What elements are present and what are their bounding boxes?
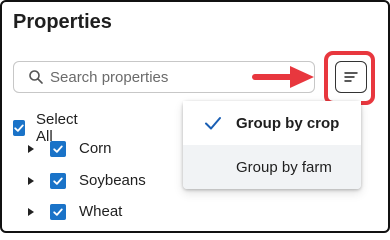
chevron-right-icon[interactable] xyxy=(26,207,36,217)
sort-icon xyxy=(344,72,358,82)
chevron-right-icon[interactable] xyxy=(26,176,36,186)
checkmark-icon xyxy=(203,113,223,133)
tree-item-label: Soybeans xyxy=(79,172,146,189)
properties-panel: Properties Select All xyxy=(0,0,390,233)
tree-item-label: Wheat xyxy=(79,203,123,220)
group-by-menu: Group by crop Group by farm xyxy=(183,101,361,189)
tree-item-wheat[interactable]: Wheat xyxy=(26,203,122,220)
wheat-checkbox[interactable] xyxy=(50,203,66,220)
menu-item-group-by-farm[interactable]: Group by farm xyxy=(183,145,361,189)
menu-item-group-by-crop[interactable]: Group by crop xyxy=(183,101,361,145)
checkmark-icon xyxy=(53,177,63,185)
checkmark-icon xyxy=(53,208,63,216)
checkmark-icon xyxy=(53,145,63,153)
select-all-checkbox[interactable] xyxy=(13,120,25,136)
checkmark-icon xyxy=(14,124,24,132)
menu-item-label: Group by farm xyxy=(236,158,332,176)
menu-item-label: Group by crop xyxy=(236,114,340,132)
soybeans-checkbox[interactable] xyxy=(50,172,66,189)
corn-checkbox[interactable] xyxy=(50,140,66,157)
search-icon xyxy=(28,69,44,85)
tree-item-label: Corn xyxy=(79,140,112,157)
panel-title: Properties xyxy=(13,11,112,33)
arrow-right-icon xyxy=(252,66,314,88)
tree-item-corn[interactable]: Corn xyxy=(26,140,112,157)
sort-button[interactable] xyxy=(335,61,367,93)
tree-item-soybeans[interactable]: Soybeans xyxy=(26,172,146,189)
chevron-right-icon[interactable] xyxy=(26,144,36,154)
